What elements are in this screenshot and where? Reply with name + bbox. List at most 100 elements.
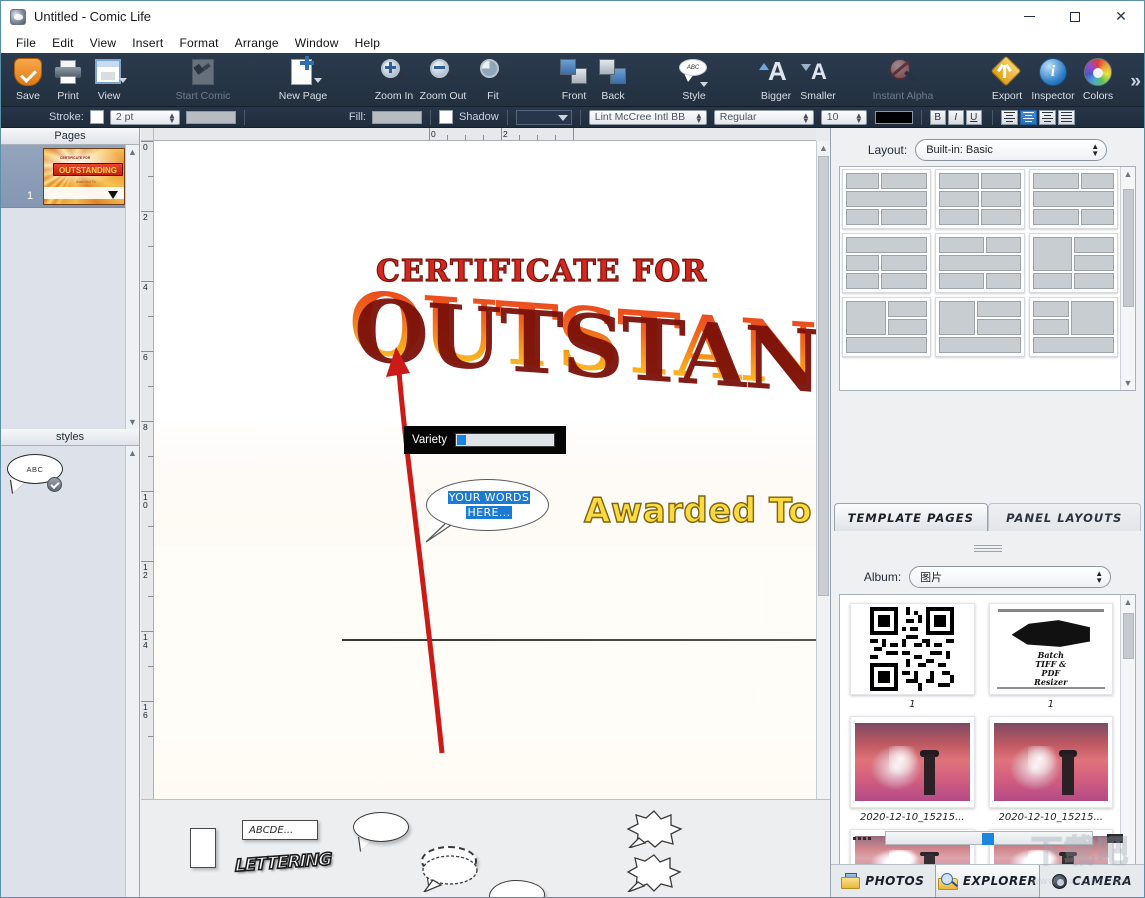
toolbar-instant-alpha[interactable]: Instant Alpha — [873, 55, 933, 105]
layout-template-6[interactable] — [1028, 233, 1118, 293]
chevron-down-icon[interactable]: ▼ — [1121, 376, 1135, 390]
underline-button[interactable]: U — [965, 109, 982, 125]
italic-button[interactable]: I — [947, 109, 964, 125]
style-item-abc[interactable]: ABC — [7, 454, 63, 496]
layout-thumbnail-grid[interactable]: ▲ ▼ — [839, 166, 1136, 391]
tab-template-pages[interactable]: TEMPLATE PAGES — [834, 503, 988, 531]
bold-button[interactable]: B — [929, 109, 946, 125]
photos-scrollbar[interactable]: ▲ — [1120, 595, 1135, 897]
toolbar-zoom-in[interactable]: Zoom In — [367, 55, 421, 105]
tool-balloon-cloud[interactable] — [489, 880, 545, 897]
layout-template-5[interactable] — [935, 233, 1025, 293]
chevron-up-icon[interactable]: ▲ — [817, 141, 830, 155]
tool-balloon-burst[interactable] — [625, 810, 683, 849]
menu-format[interactable]: Format — [171, 34, 226, 52]
tool-rectangle[interactable] — [190, 828, 216, 868]
canvas-speech-balloon[interactable]: YOUR WORDS HERE... — [425, 479, 549, 543]
artwork-awarded-to[interactable]: Awarded To — [583, 490, 812, 531]
close-button[interactable]: ✕ — [1098, 1, 1144, 32]
chevron-up-icon[interactable]: ▲ — [1121, 595, 1135, 609]
toolbar-back[interactable]: Back — [586, 55, 640, 105]
styles-scrollbar[interactable]: ▲ — [125, 446, 139, 897]
text-color-swatch[interactable] — [874, 110, 913, 124]
large-thumbs-icon[interactable] — [1106, 833, 1123, 843]
photo-item-artwork-2[interactable]: 2020-12-10_15215... — [988, 716, 1113, 823]
layout-select[interactable]: Built-in: Basic ▲ ▼ — [915, 139, 1108, 161]
page-thumbnail[interactable]: CERTIFICATE FOR OUTSTANDING EFFORT Award… — [43, 147, 125, 205]
balloon-text[interactable]: YOUR WORDS HERE... — [441, 490, 537, 520]
tool-lettering[interactable]: LETTERING — [234, 849, 332, 877]
tool-balloon-bumpy[interactable] — [421, 854, 479, 894]
menu-file[interactable]: File — [8, 34, 44, 52]
shadow-checkbox[interactable] — [438, 110, 453, 124]
panel-resize-grip[interactable] — [973, 545, 1002, 552]
stroke-style-swatch[interactable] — [185, 110, 236, 124]
stroke-width-select[interactable]: 2 pt ▲ ▼ — [109, 109, 180, 125]
toolbar-style[interactable]: ABC Style — [667, 55, 721, 105]
layout-template-2[interactable] — [935, 169, 1025, 229]
chevron-up-icon[interactable]: ▲ — [126, 145, 139, 159]
variety-hud[interactable]: Variety — [404, 426, 566, 454]
menu-help[interactable]: Help — [347, 34, 388, 52]
toolbar-view[interactable]: View — [82, 55, 136, 105]
chevron-up-icon[interactable]: ▲ — [126, 446, 139, 460]
album-select[interactable]: 图片 ▲ ▼ — [909, 566, 1112, 588]
layout-template-1[interactable] — [842, 169, 932, 229]
font-family-select[interactable]: Lint McCree Intl BB ▲ ▼ — [588, 109, 707, 125]
artboard[interactable]: CERTIFICATE FOR OUTSTANDING E Awarded To… — [154, 141, 816, 865]
variety-slider[interactable] — [454, 433, 555, 447]
toolbar-zoom-out[interactable]: Zoom Out — [416, 55, 470, 105]
stroke-color-swatch[interactable] — [89, 110, 104, 124]
canvas-vscroll-thumb[interactable] — [818, 156, 829, 596]
slider-knob[interactable] — [981, 833, 994, 845]
menu-window[interactable]: Window — [287, 34, 347, 52]
photos-grid[interactable]: 1 Batch TIFF & PDF Resizer 1 2020-12-10_… — [839, 594, 1136, 897]
layout-template-7[interactable] — [842, 297, 932, 357]
layout-scroll-thumb[interactable] — [1123, 189, 1134, 307]
toolbar-colors[interactable]: Colors — [1071, 55, 1125, 105]
align-right-button[interactable] — [1038, 109, 1056, 125]
toolbar-start-comic[interactable]: Start Comic — [176, 55, 230, 105]
page-canvas[interactable]: CERTIFICATE FOR OUTSTANDING E Awarded To… — [154, 141, 816, 865]
chevron-down-icon[interactable]: ▼ — [126, 415, 139, 429]
font-size-select[interactable]: 10 ▲ ▼ — [820, 109, 867, 125]
thumbnail-size-slider[interactable] — [884, 831, 1093, 845]
align-left-button[interactable] — [1000, 109, 1018, 125]
shadow-style-select[interactable] — [515, 109, 572, 125]
layout-template-8[interactable] — [935, 297, 1025, 357]
layout-grid-scrollbar[interactable]: ▲ ▼ — [1120, 167, 1135, 390]
toolbar-overflow-icon[interactable]: » — [1130, 71, 1141, 93]
toolbar-new-page[interactable]: New Page — [276, 55, 330, 105]
align-center-button[interactable] — [1019, 109, 1037, 125]
tab-photos[interactable]: PHOTOS — [831, 865, 935, 897]
tab-camera[interactable]: CAMERA — [1040, 865, 1144, 897]
chevron-up-icon[interactable]: ▲ — [1121, 167, 1135, 181]
photo-item-qr[interactable]: 1 — [850, 603, 975, 710]
photo-item-document[interactable]: Batch TIFF & PDF Resizer 1 — [988, 603, 1113, 710]
align-justify-button[interactable] — [1057, 109, 1075, 125]
tab-panel-layouts[interactable]: PANEL LAYOUTS — [987, 503, 1141, 531]
font-style-select[interactable]: Regular ▲ ▼ — [713, 109, 814, 125]
photos-scroll-thumb[interactable] — [1123, 613, 1134, 659]
tab-explorer[interactable]: EXPLORER — [934, 865, 1041, 897]
menu-view[interactable]: View — [82, 34, 125, 52]
small-thumbs-icon[interactable] — [852, 836, 871, 840]
tool-caption-text[interactable]: ABCDE... — [242, 820, 318, 840]
page-list-item[interactable]: 1 CERTIFICATE FOR OUTSTANDING EFFORT Awa… — [1, 145, 125, 208]
layout-template-9[interactable] — [1028, 297, 1118, 357]
toolbar-smaller[interactable]: A Smaller — [791, 55, 845, 105]
minimize-button[interactable] — [1006, 1, 1052, 32]
tool-balloon-oval-plain[interactable] — [353, 812, 409, 851]
menu-insert[interactable]: Insert — [124, 34, 171, 52]
artwork-headline[interactable]: OUTSTANDING E — [349, 272, 816, 430]
maximize-button[interactable] — [1052, 1, 1098, 32]
toolbar-fit[interactable]: Fit — [466, 55, 520, 105]
canvas-vertical-scrollbar[interactable]: ▲ ▼ — [816, 141, 830, 865]
menu-arrange[interactable]: Arrange — [227, 34, 287, 52]
layout-template-3[interactable] — [1028, 169, 1118, 229]
layout-template-4[interactable] — [842, 233, 932, 293]
tool-balloon-starburst[interactable] — [625, 854, 683, 893]
photo-item-artwork-1[interactable]: 2020-12-10_15215... — [850, 716, 975, 823]
fill-color-swatch[interactable] — [371, 110, 422, 124]
menu-edit[interactable]: Edit — [44, 34, 81, 52]
